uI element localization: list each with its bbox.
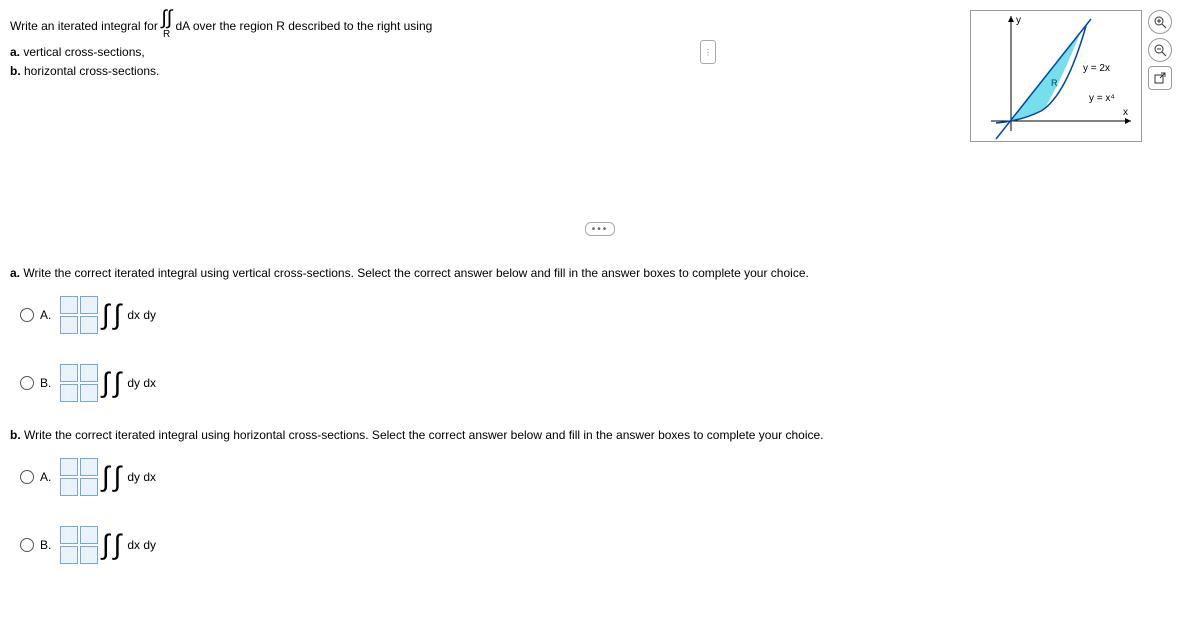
limit-input[interactable]	[80, 364, 98, 382]
curve2-label: y = x⁴	[1089, 93, 1115, 104]
integral-icon: ∫	[102, 531, 110, 559]
section-a-prompt: a. Write the correct iterated integral u…	[10, 266, 1190, 280]
diff-a-A: dx dy	[127, 308, 156, 322]
choice-b-A[interactable]: A. ∫ ∫ dy dx	[20, 452, 1190, 502]
limit-input[interactable]	[80, 296, 98, 314]
radio-a-B[interactable]	[20, 376, 34, 390]
diff-b-B: dx dy	[127, 538, 156, 552]
y-axis-label: y	[1016, 15, 1021, 26]
ellipsis-icon: •••	[592, 224, 609, 235]
integral-symbol: ∫∫	[161, 10, 172, 26]
integral-icon: ∫	[102, 463, 110, 491]
limit-input[interactable]	[80, 546, 98, 564]
dots-icon: ⋮	[704, 48, 712, 57]
integral-icon: ∫	[114, 301, 122, 329]
radio-b-A[interactable]	[20, 470, 34, 484]
limit-input[interactable]	[60, 546, 78, 564]
part-a-text: vertical cross-sections,	[20, 45, 145, 59]
zoom-out-icon[interactable]	[1148, 38, 1172, 62]
popout-icon[interactable]	[1148, 66, 1172, 90]
limit-input[interactable]	[60, 458, 78, 476]
label-a-B: B.	[40, 376, 60, 390]
label-a-A: A.	[40, 308, 60, 322]
part-b-label: b.	[10, 64, 21, 78]
integral-sub: R	[161, 27, 172, 43]
curve1-label: y = 2x	[1083, 63, 1110, 74]
label-b-B: B.	[40, 538, 60, 552]
limit-input[interactable]	[80, 384, 98, 402]
x-axis-label: x	[1123, 107, 1128, 118]
integral-icon: ∫	[114, 369, 122, 397]
diff-b-A: dy dx	[127, 470, 156, 484]
radio-b-B[interactable]	[20, 538, 34, 552]
radio-a-A[interactable]	[20, 308, 34, 322]
choice-a-A[interactable]: A. ∫ ∫ dx dy	[20, 290, 1190, 340]
graph: y x y = 2x y = x⁴ R	[970, 10, 1142, 142]
integral-icon: ∫	[114, 463, 122, 491]
question-text: Write an iterated integral for ∫∫ R dA o…	[10, 10, 970, 82]
region-label: R	[1051, 78, 1058, 88]
integral-icon: ∫	[102, 301, 110, 329]
integral-icon: ∫	[102, 369, 110, 397]
section-b-prompt: b. Write the correct iterated integral u…	[10, 428, 1190, 442]
limit-input[interactable]	[80, 478, 98, 496]
limit-input[interactable]	[60, 384, 78, 402]
integral-icon: ∫	[114, 531, 122, 559]
limit-input[interactable]	[60, 526, 78, 544]
limit-input[interactable]	[80, 526, 98, 544]
choice-a-B[interactable]: B. ∫ ∫ dy dx	[20, 358, 1190, 408]
limit-input[interactable]	[60, 296, 78, 314]
intro-post: dA over the region R described to the ri…	[176, 19, 433, 33]
limit-input[interactable]	[80, 316, 98, 334]
part-b-text: horizontal cross-sections.	[21, 64, 160, 78]
limit-input[interactable]	[60, 478, 78, 496]
limit-input[interactable]	[60, 316, 78, 334]
part-a-label: a.	[10, 45, 20, 59]
choice-b-B[interactable]: B. ∫ ∫ dx dy	[20, 520, 1190, 570]
limit-input[interactable]	[60, 364, 78, 382]
limit-input[interactable]	[80, 458, 98, 476]
diff-a-B: dy dx	[127, 376, 156, 390]
zoom-in-icon[interactable]	[1148, 10, 1172, 34]
expand-pill[interactable]: •••	[585, 222, 615, 236]
collapse-tab[interactable]: ⋮	[700, 40, 716, 64]
label-b-A: A.	[40, 470, 60, 484]
intro-pre: Write an iterated integral for	[10, 19, 161, 33]
